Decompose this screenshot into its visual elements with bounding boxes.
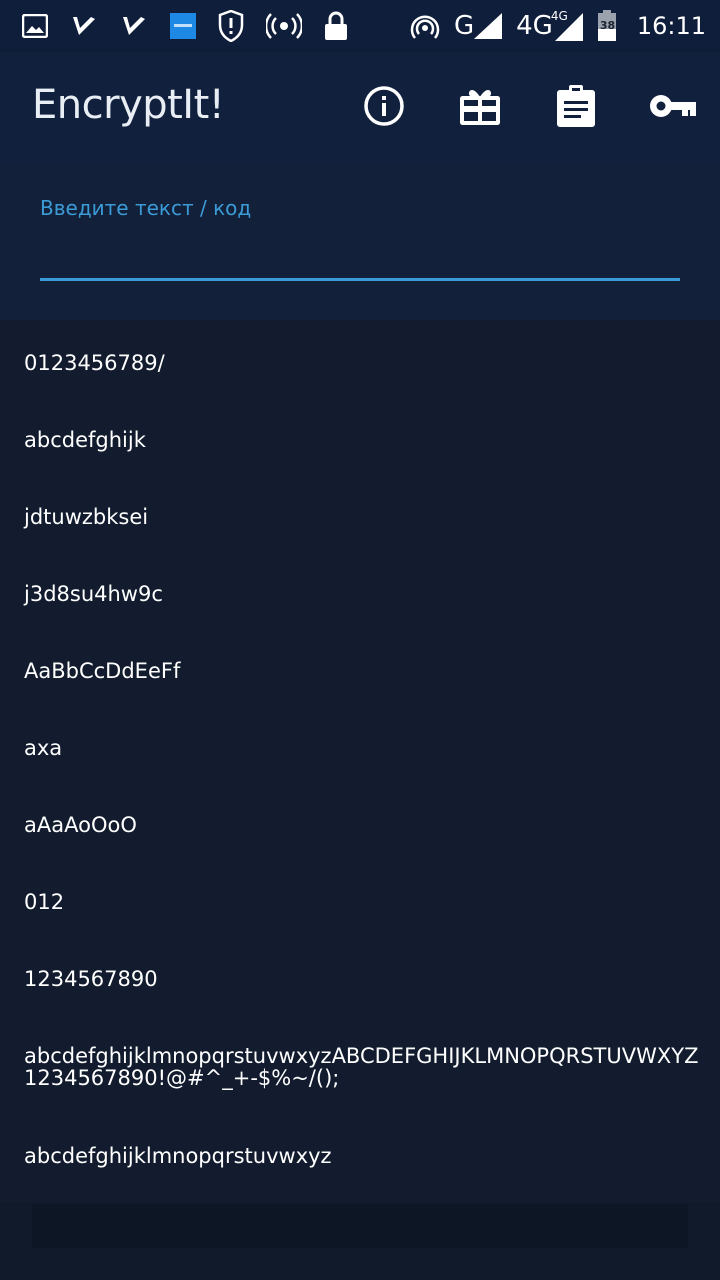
- list-item[interactable]: j3d8su4hw9c: [24, 583, 704, 605]
- list-item[interactable]: abcdefghijk: [24, 429, 704, 451]
- list-item[interactable]: abcdefghijklmnopqrstuvwxyz: [24, 1145, 704, 1167]
- check-app-icon: [120, 13, 148, 39]
- lock-icon: [324, 11, 348, 41]
- app-icon: [170, 13, 196, 39]
- network-g-label: G: [453, 11, 475, 41]
- key-icon: [650, 95, 696, 117]
- history-list: 0123456789/ abcdefghijk jdtuwzbksei j3d8…: [0, 320, 720, 1202]
- gift-button[interactable]: [458, 84, 502, 128]
- list-item[interactable]: 012: [24, 891, 704, 913]
- list-item[interactable]: 1234567890: [24, 968, 704, 990]
- list-item[interactable]: jdtuwzbksei: [24, 506, 704, 528]
- list-item[interactable]: aAaAoOoO: [24, 814, 704, 836]
- list-item[interactable]: AaBbCcDdEeFf: [24, 660, 704, 682]
- list-item[interactable]: abcdefghijklmnopqrstuvwxyzABCDEFGHIJKLMN…: [24, 1045, 704, 1089]
- key-button[interactable]: [648, 84, 698, 128]
- clock: 16:11: [636, 12, 706, 40]
- gift-icon: [460, 90, 500, 125]
- input-underline: [40, 278, 680, 281]
- info-icon: [364, 86, 404, 126]
- shield-icon: [218, 10, 244, 42]
- text-input[interactable]: [40, 228, 680, 278]
- check-app-icon: [70, 13, 98, 39]
- signal-icon: 4G: [550, 9, 583, 41]
- hotspot-icon: [266, 13, 302, 39]
- bottom-panel: [32, 1204, 688, 1248]
- app-title: EncryptIt!: [32, 82, 225, 128]
- network-4g-label: 4G: [516, 11, 553, 41]
- list-item[interactable]: axa: [24, 737, 704, 759]
- wifi-icon: [410, 11, 440, 41]
- network-4g-small-label: 4G: [550, 9, 568, 23]
- info-button[interactable]: [362, 84, 406, 128]
- clipboard-icon: [557, 85, 595, 127]
- bottom-bar: [0, 1202, 720, 1280]
- status-bar: G 4G 4G 38 16:11: [0, 0, 720, 52]
- list-item[interactable]: 0123456789/: [24, 352, 704, 374]
- image-icon: [22, 14, 48, 38]
- signal-icon: [474, 13, 503, 39]
- input-panel: Введите текст / код: [0, 162, 720, 320]
- battery-icon: 38: [597, 10, 617, 42]
- app-bar: EncryptIt!: [0, 52, 720, 162]
- battery-level-label: 38: [599, 19, 616, 32]
- clipboard-button[interactable]: [554, 84, 598, 128]
- input-label: Введите текст / код: [40, 196, 252, 220]
